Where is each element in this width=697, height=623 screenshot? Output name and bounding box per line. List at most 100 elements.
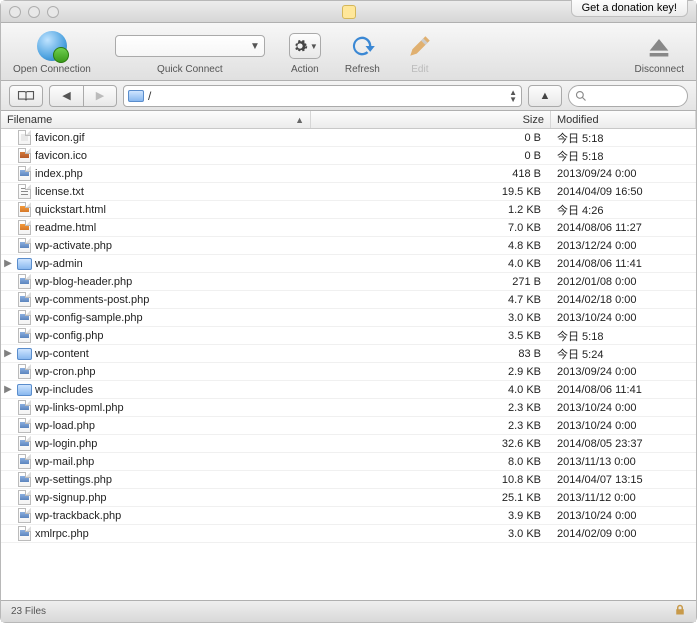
file-modified: 2014/02/18 0:00 [551, 294, 696, 306]
file-row[interactable]: favicon.ico0 B今日 5:18 [1, 147, 696, 165]
book-icon [17, 90, 35, 102]
file-name: wp-content [33, 348, 311, 360]
bookmarks-button[interactable] [9, 85, 43, 107]
file-size: 4.0 KB [311, 258, 551, 270]
file-row[interactable]: wp-signup.php25.1 KB2013/11/12 0:00 [1, 489, 696, 507]
file-icon [15, 292, 33, 307]
go-up-button[interactable]: ▲ [528, 85, 562, 107]
zoom-window-button[interactable] [47, 6, 59, 18]
folder-icon [15, 258, 33, 270]
disclosure-triangle[interactable]: ▶ [1, 348, 15, 359]
file-icon [15, 436, 33, 451]
file-icon [15, 310, 33, 325]
file-row[interactable]: wp-load.php2.3 KB2013/10/24 0:00 [1, 417, 696, 435]
file-size: 3.5 KB [311, 330, 551, 342]
file-row[interactable]: wp-login.php32.6 KB2014/08/05 23:37 [1, 435, 696, 453]
file-row[interactable]: wp-blog-header.php271 B2012/01/08 0:00 [1, 273, 696, 291]
file-icon [15, 490, 33, 505]
header-modified[interactable]: Modified [551, 111, 696, 128]
file-name: wp-settings.php [33, 474, 311, 486]
open-connection-button[interactable]: Open Connection [13, 30, 91, 75]
file-row[interactable]: xmlrpc.php3.0 KB2014/02/09 0:00 [1, 525, 696, 543]
file-row[interactable]: wp-config.php3.5 KB今日 5:18 [1, 327, 696, 345]
file-name: favicon.ico [33, 150, 311, 162]
file-size: 2.3 KB [311, 402, 551, 414]
file-row[interactable]: license.txt19.5 KB2014/04/09 16:50 [1, 183, 696, 201]
file-icon [15, 220, 33, 235]
file-icon [15, 184, 33, 199]
file-icon [15, 148, 33, 163]
file-row[interactable]: wp-config-sample.php3.0 KB2013/10/24 0:0… [1, 309, 696, 327]
disclosure-triangle[interactable]: ▶ [1, 258, 15, 269]
file-modified: 2013/11/13 0:00 [551, 456, 696, 468]
disconnect-label: Disconnect [635, 64, 684, 75]
file-row[interactable]: wp-links-opml.php2.3 KB2013/10/24 0:00 [1, 399, 696, 417]
file-icon [15, 472, 33, 487]
folder-icon [128, 90, 144, 102]
file-row[interactable]: favicon.gif0 B今日 5:18 [1, 129, 696, 147]
file-list[interactable]: favicon.gif0 B今日 5:18favicon.ico0 B今日 5:… [1, 129, 696, 600]
file-size: 19.5 KB [311, 186, 551, 198]
file-size: 0 B [311, 150, 551, 162]
file-row[interactable]: ▶wp-content83 B今日 5:24 [1, 345, 696, 363]
file-row[interactable]: wp-trackback.php3.9 KB2013/10/24 0:00 [1, 507, 696, 525]
path-stepper-icon: ▲▼ [509, 89, 517, 103]
pencil-icon [404, 30, 436, 62]
action-button[interactable]: ▼ Action [289, 30, 321, 75]
folder-icon [15, 348, 33, 360]
header-size[interactable]: Size [311, 111, 551, 128]
disconnect-button[interactable]: Disconnect [635, 30, 684, 75]
file-name: wp-activate.php [33, 240, 311, 252]
file-icon [15, 202, 33, 217]
file-row[interactable]: wp-mail.php8.0 KB2013/11/13 0:00 [1, 453, 696, 471]
close-window-button[interactable] [9, 6, 21, 18]
header-modified-label: Modified [557, 114, 599, 126]
nav-forward-button[interactable]: ▶ [83, 85, 117, 107]
refresh-icon [346, 30, 378, 62]
file-row[interactable]: wp-settings.php10.8 KB2014/04/07 13:15 [1, 471, 696, 489]
file-size: 3.0 KB [311, 312, 551, 324]
file-name: wp-login.php [33, 438, 311, 450]
refresh-button[interactable]: Refresh [345, 30, 380, 75]
file-name: wp-admin [33, 258, 311, 270]
header-filename-label: Filename [7, 114, 52, 126]
header-size-label: Size [523, 114, 544, 126]
file-row[interactable]: quickstart.html1.2 KB今日 4:26 [1, 201, 696, 219]
minimize-window-button[interactable] [28, 6, 40, 18]
file-name: wp-config.php [33, 330, 311, 342]
arrow-left-icon: ◀ [62, 89, 70, 102]
file-modified: 2013/10/24 0:00 [551, 312, 696, 324]
file-size: 4.7 KB [311, 294, 551, 306]
file-row[interactable]: index.php418 B2013/09/24 0:00 [1, 165, 696, 183]
file-name: index.php [33, 168, 311, 180]
nav-segment: ◀ ▶ [49, 85, 117, 107]
file-icon [15, 166, 33, 181]
file-row[interactable]: ▶wp-admin4.0 KB2014/08/06 11:41 [1, 255, 696, 273]
file-row[interactable]: ▶wp-includes4.0 KB2014/08/06 11:41 [1, 381, 696, 399]
file-modified: 今日 5:18 [551, 328, 696, 344]
eject-icon [643, 30, 675, 62]
file-row[interactable]: wp-comments-post.php4.7 KB2014/02/18 0:0… [1, 291, 696, 309]
status-bar: 23 Files [1, 600, 696, 622]
file-row[interactable]: wp-cron.php2.9 KB2013/09/24 0:00 [1, 363, 696, 381]
file-modified: 2013/09/24 0:00 [551, 366, 696, 378]
arrow-right-icon: ▶ [96, 89, 104, 102]
file-row[interactable]: readme.html7.0 KB2014/08/06 11:27 [1, 219, 696, 237]
file-modified: 2014/08/06 11:41 [551, 384, 696, 396]
quick-connect-field[interactable]: ▼ [115, 35, 265, 57]
path-toolbar: ◀ ▶ / ▲▼ ▲ [1, 81, 696, 111]
file-name: xmlrpc.php [33, 528, 311, 540]
quick-connect-label: Quick Connect [157, 64, 223, 75]
donation-button[interactable]: Get a donation key! [571, 0, 688, 17]
search-field[interactable] [568, 85, 688, 107]
file-name: wp-includes [33, 384, 311, 396]
file-size: 2.9 KB [311, 366, 551, 378]
path-field[interactable]: / ▲▼ [123, 85, 522, 107]
file-modified: 2013/11/12 0:00 [551, 492, 696, 504]
file-row[interactable]: wp-activate.php4.8 KB2013/12/24 0:00 [1, 237, 696, 255]
nav-back-button[interactable]: ◀ [49, 85, 83, 107]
header-filename[interactable]: Filename ▲ [1, 111, 311, 128]
disclosure-triangle[interactable]: ▶ [1, 384, 15, 395]
file-modified: 2013/10/24 0:00 [551, 420, 696, 432]
file-icon [15, 400, 33, 415]
